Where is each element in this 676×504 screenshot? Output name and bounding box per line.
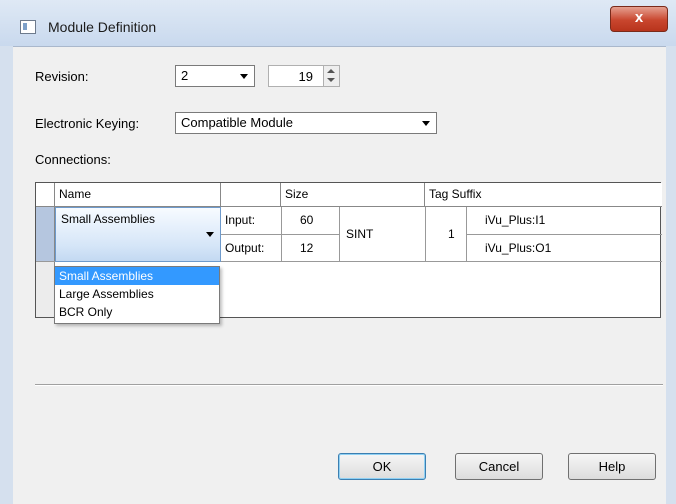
instance-cell: 1	[448, 227, 455, 241]
separator	[35, 384, 663, 386]
input-size[interactable]: 60	[300, 213, 313, 227]
revision-label: Revision:	[35, 69, 89, 84]
spin-up-icon[interactable]	[327, 69, 335, 73]
title-bar: Module Definition x	[0, 0, 676, 47]
window-icon	[20, 20, 36, 34]
io-divider	[221, 234, 281, 235]
revision-major-value: 2	[181, 68, 189, 83]
spinner-buttons[interactable]	[323, 66, 339, 86]
row-selector-empty[interactable]	[36, 261, 55, 317]
keying-label: Electronic Keying:	[35, 116, 140, 131]
window-frame-right	[666, 46, 676, 504]
dropdown-option[interactable]: BCR Only	[55, 303, 219, 321]
dropdown-option[interactable]: Large Assemblies	[55, 285, 219, 303]
name-select[interactable]: Small Assemblies	[55, 207, 221, 262]
chevron-down-icon	[240, 74, 248, 79]
col-line	[281, 207, 282, 261]
connections-label: Connections:	[35, 152, 111, 167]
header-name: Name	[55, 183, 221, 207]
window-frame-left	[0, 46, 13, 504]
header-size: Size	[281, 183, 425, 207]
revision-major-select[interactable]: 2	[175, 65, 255, 87]
output-tag: iVu_Plus:O1	[485, 241, 552, 255]
keying-select[interactable]: Compatible Module	[175, 112, 437, 134]
col-line	[425, 207, 426, 261]
cancel-button[interactable]: Cancel	[455, 453, 543, 480]
grid-corner	[36, 183, 55, 207]
revision-minor-spinner[interactable]: 19	[268, 65, 340, 87]
col-line	[339, 207, 340, 261]
input-tag: iVu_Plus:I1	[485, 213, 546, 227]
datatype-cell: SINT	[346, 227, 374, 241]
output-size[interactable]: 12	[300, 241, 313, 255]
help-button[interactable]: Help	[568, 453, 656, 480]
chevron-down-icon	[422, 121, 430, 126]
size-divider	[281, 234, 339, 235]
ok-button[interactable]: OK	[338, 453, 426, 480]
keying-value: Compatible Module	[181, 115, 294, 130]
close-button[interactable]: x	[610, 6, 668, 32]
output-label: Output:	[225, 241, 265, 255]
input-label: Input:	[225, 213, 256, 227]
chevron-down-icon	[206, 232, 214, 237]
tag-divider	[466, 234, 662, 235]
dropdown-option[interactable]: Small Assemblies	[55, 267, 219, 285]
name-select-value: Small Assemblies	[61, 212, 156, 226]
header-tag-suffix: Tag Suffix	[425, 183, 662, 207]
name-dropdown-list[interactable]: Small Assemblies Large Assemblies BCR On…	[54, 266, 220, 324]
header-io	[221, 183, 281, 207]
window-title: Module Definition	[48, 19, 157, 35]
row-selector[interactable]	[36, 207, 55, 261]
spin-down-icon[interactable]	[327, 78, 335, 82]
revision-minor-value: 19	[298, 69, 313, 84]
col-line	[466, 207, 467, 261]
